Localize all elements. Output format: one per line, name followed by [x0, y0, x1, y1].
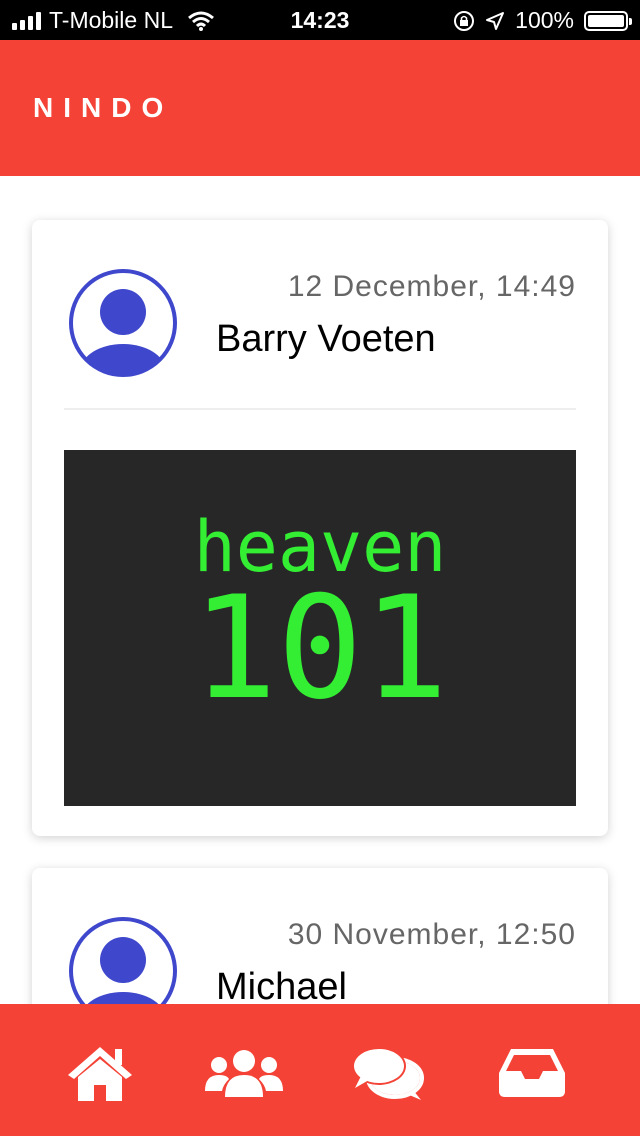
post-date: 12 December, 14:49 — [287, 270, 576, 303]
battery-icon — [584, 10, 632, 31]
post-image-text-line2: 101 — [191, 566, 449, 731]
nav-inbox-button[interactable] — [492, 1042, 572, 1104]
app-title: NINDO — [33, 92, 174, 123]
nav-chat-button[interactable] — [348, 1042, 428, 1104]
feed[interactable]: 12 December, 14:49 Barry Voeten heaven 1… — [0, 176, 640, 1004]
battery-percentage: 100% — [515, 7, 574, 33]
nav-home-button[interactable] — [60, 1042, 140, 1104]
post-card[interactable]: 12 December, 14:49 Barry Voeten heaven 1… — [32, 220, 608, 836]
chat-icon — [352, 1047, 424, 1100]
post-author[interactable]: Barry Voeten — [216, 318, 436, 361]
post-card[interactable]: 30 November, 12:50 Michael — [32, 868, 608, 1004]
post-author[interactable]: Michael — [216, 966, 347, 1004]
nav-users-button[interactable] — [204, 1042, 284, 1104]
post-date: 30 November, 12:50 — [287, 918, 576, 951]
post-image[interactable]: heaven 101 — [64, 450, 576, 806]
divider — [64, 408, 576, 410]
avatar-icon[interactable] — [68, 916, 178, 1004]
bottom-nav — [0, 1004, 640, 1136]
inbox-icon — [499, 1049, 565, 1097]
status-bar: T-Mobile NL 14:23 100% — [0, 0, 640, 40]
location-icon — [486, 11, 505, 30]
avatar-icon[interactable] — [68, 268, 178, 378]
app-header: NINDO — [0, 40, 640, 176]
home-icon — [68, 1047, 132, 1101]
users-icon — [205, 1050, 283, 1097]
rotation-lock-icon — [454, 10, 475, 31]
